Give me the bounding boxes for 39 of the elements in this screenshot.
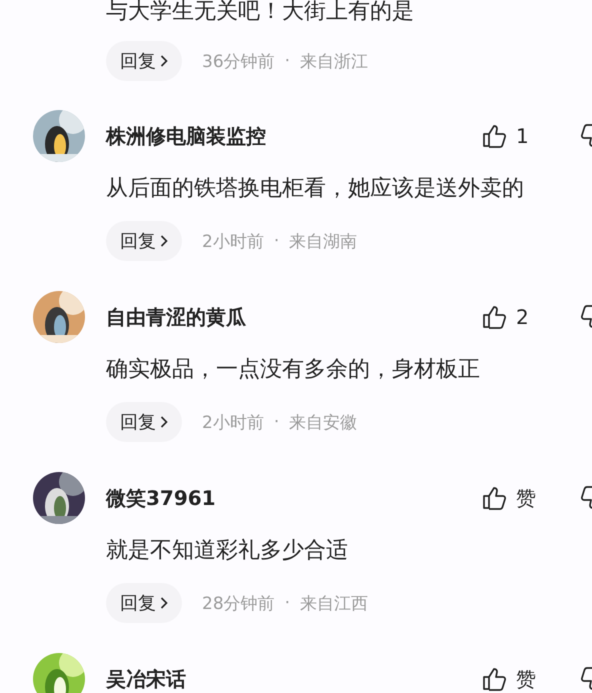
thumbs-up-icon[interactable]: [482, 305, 506, 329]
reply-button[interactable]: 回复: [106, 221, 182, 261]
like-count: 赞: [516, 666, 537, 692]
separator: ·: [274, 412, 280, 432]
comment-time: 2小时前: [202, 230, 264, 252]
like-count: 赞: [516, 484, 537, 512]
reply-button[interactable]: 回复: [106, 583, 182, 623]
comment-location: 来自湖南: [289, 230, 358, 252]
comment-location: 来自浙江: [300, 50, 368, 72]
caret-icon[interactable]: [160, 416, 168, 428]
user-name[interactable]: 自由青涩的黄瓜: [106, 304, 482, 330]
separator: ·: [284, 51, 290, 71]
thumbs-down-icon[interactable]: [581, 305, 592, 329]
thumbs-down-icon[interactable]: [581, 667, 592, 691]
thumbs-up-icon[interactable]: [482, 486, 506, 510]
user-name[interactable]: 微笑37961: [106, 484, 482, 512]
like-count: 2: [516, 305, 530, 329]
comment-location: 来自安徽: [289, 412, 358, 434]
reply-button[interactable]: 回复: [106, 41, 182, 81]
comment-location: 来自江西: [300, 592, 368, 614]
thumbs-up-icon[interactable]: [482, 124, 506, 148]
separator: ·: [284, 593, 290, 613]
reply-button[interactable]: 回复: [106, 402, 182, 442]
comment-text: 确实极品，一点没有多余的，身材板正: [106, 356, 481, 384]
like-count: 1: [516, 124, 530, 148]
comment-time: 36分钟前: [202, 50, 275, 72]
caret-icon[interactable]: [160, 597, 168, 609]
user-name[interactable]: 株洲修电脑装监控: [106, 122, 482, 150]
comment-time: 2小时前: [202, 412, 264, 434]
comment-time: 28分钟前: [202, 592, 275, 614]
thumbs-up-icon[interactable]: [482, 667, 506, 691]
thumbs-down-icon[interactable]: [581, 124, 592, 148]
comment-text: 就是不知道彩礼多少合适: [106, 537, 349, 565]
thumbs-down-icon[interactable]: [581, 486, 592, 510]
user-name[interactable]: 吴冶宋话: [106, 666, 482, 692]
separator: ·: [274, 231, 280, 251]
comment-text: 从后面的铁塔换电柜看，她应该是送外卖的: [106, 175, 525, 203]
caret-icon[interactable]: [160, 235, 168, 247]
caret-icon[interactable]: [160, 55, 168, 67]
